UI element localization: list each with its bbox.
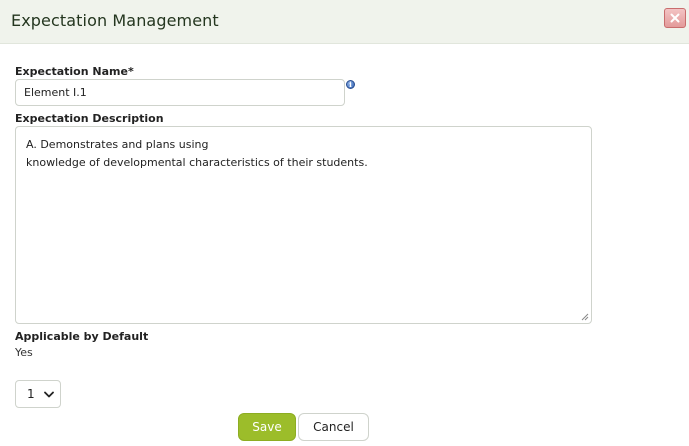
cancel-button[interactable]: Cancel xyxy=(298,413,369,441)
info-icon[interactable]: i xyxy=(346,80,355,89)
expectation-description-label: Expectation Description xyxy=(15,112,164,125)
dialog-title: Expectation Management xyxy=(11,11,219,30)
expectation-name-label: Expectation Name* xyxy=(15,65,134,78)
order-select[interactable]: 1 xyxy=(15,380,61,408)
order-select-value: 1 xyxy=(27,387,35,401)
close-icon xyxy=(670,13,680,23)
save-button[interactable]: Save xyxy=(238,413,296,441)
expectation-description-text: A. Demonstrates and plans using knowledg… xyxy=(26,138,368,169)
resize-grip-icon[interactable] xyxy=(581,313,589,321)
close-button[interactable] xyxy=(664,8,686,28)
dialog-header: Expectation Management xyxy=(0,0,689,44)
expectation-name-input[interactable]: Element I.1 xyxy=(15,79,345,106)
applicable-by-default-label: Applicable by Default xyxy=(15,330,149,343)
chevron-down-icon xyxy=(44,391,54,398)
applicable-by-default-value: Yes xyxy=(15,346,33,359)
expectation-description-textarea[interactable]: A. Demonstrates and plans using knowledg… xyxy=(15,126,592,324)
